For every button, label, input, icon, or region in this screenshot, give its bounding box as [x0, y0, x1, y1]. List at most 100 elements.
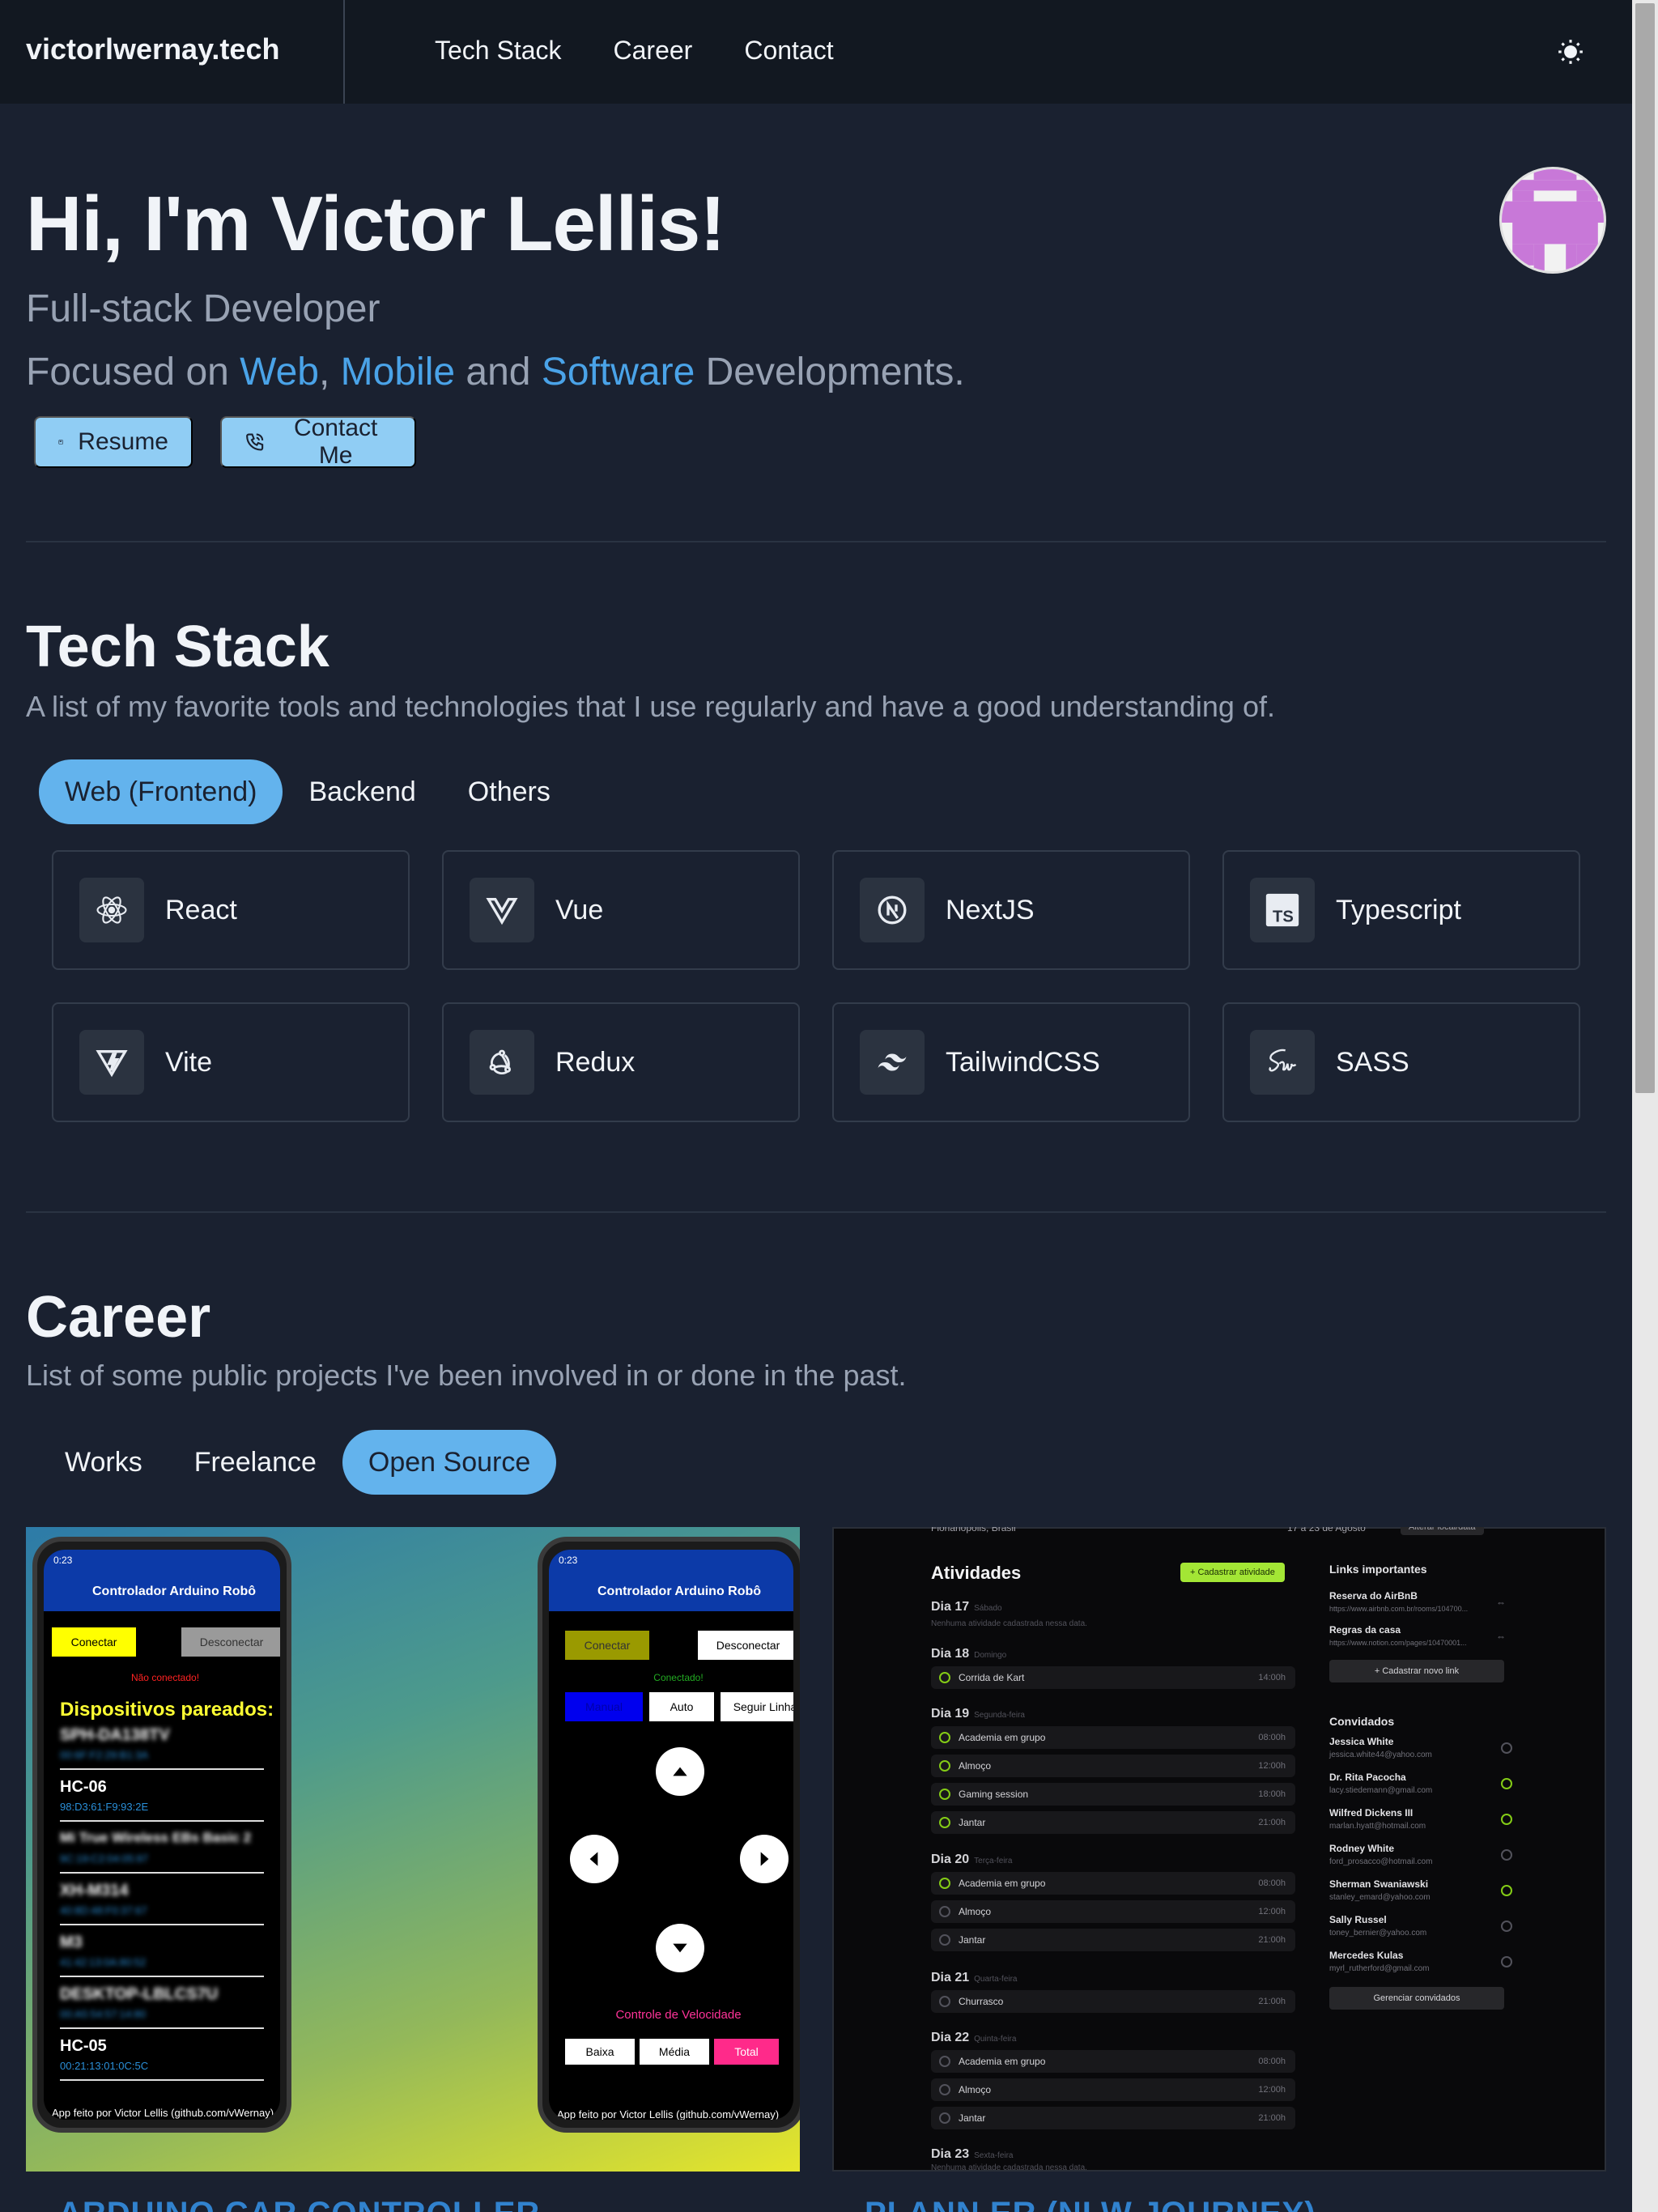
contact-me-button[interactable]: Contact Me	[220, 415, 416, 469]
tech-card-vue[interactable]: Vue	[442, 850, 800, 970]
focus-mobile: Mobile	[340, 351, 456, 393]
day-weekday: Domingo	[974, 1651, 1007, 1660]
activity-name: Almoço	[959, 2084, 992, 2095]
device-divider	[60, 1924, 264, 1925]
circle-icon	[939, 2112, 950, 2124]
pending-circle-icon	[1501, 1742, 1512, 1754]
tab-web-frontend[interactable]: Web (Frontend)	[39, 759, 283, 824]
device-divider	[60, 1768, 264, 1770]
phone-status-time: 0:23	[549, 1550, 793, 1572]
activity-row: Gaming session 18:00h	[931, 1783, 1295, 1806]
tab-others[interactable]: Others	[442, 759, 576, 824]
tech-label: Redux	[555, 1046, 636, 1078]
tab-backend[interactable]: Backend	[283, 759, 441, 824]
activity-time: 12:00h	[1258, 2085, 1286, 2095]
day-weekday: Segunda-feira	[974, 1711, 1025, 1720]
day-number: Dia 23	[931, 2147, 970, 2161]
scrollbar-thumb[interactable]	[1635, 3, 1655, 1093]
tab-works[interactable]: Works	[39, 1430, 168, 1495]
tech-card-react[interactable]: React	[52, 850, 410, 970]
pixel-avatar-icon	[1502, 169, 1604, 271]
activity-row: Corrida de Kart 14:00h	[931, 1666, 1295, 1689]
tech-card-sass[interactable]: SASS	[1222, 1002, 1580, 1122]
location-text: Florianópolis, Brasil	[931, 1527, 1016, 1534]
nav-link-career[interactable]: Career	[614, 36, 693, 66]
project-card-planner[interactable]: Florianópolis, Brasil 17 a 23 de Agosto …	[832, 1527, 1606, 2212]
tech-card-redux[interactable]: Redux	[442, 1002, 800, 1122]
arrow-left-icon	[570, 1835, 619, 1883]
circle-icon	[939, 1906, 950, 1917]
guest-name: Wilfred Dickens III	[1329, 1807, 1414, 1819]
focus-comma: ,	[319, 351, 341, 393]
guest-email: jessica.white44@yahoo.com	[1329, 1750, 1432, 1759]
resume-button[interactable]: Resume	[34, 416, 193, 468]
connect-button: Conectar	[565, 1631, 649, 1660]
tab-open-source[interactable]: Open Source	[342, 1430, 557, 1495]
connected-text: Conectado!	[653, 1672, 704, 1683]
check-circle-icon	[939, 1789, 950, 1800]
activity-name: Jantar	[959, 1934, 986, 1946]
svg-text:TS: TS	[1273, 908, 1294, 926]
tech-label: Typescript	[1336, 894, 1461, 925]
resume-label: Resume	[78, 428, 168, 455]
circle-icon	[939, 1934, 950, 1946]
tech-card-tailwindcss[interactable]: TailwindCSS	[832, 1002, 1190, 1122]
disconnect-button: Desconectar	[698, 1631, 793, 1660]
focus-suffix: Developments.	[695, 351, 965, 393]
activity-name: Churrasco	[959, 1996, 1004, 2007]
mode-manual: Manual	[565, 1692, 643, 1721]
career-title: Career	[26, 1285, 211, 1350]
tech-label: SASS	[1336, 1046, 1409, 1078]
empty-note: Nenhuma atividade cadastrada nessa data.	[931, 2163, 1087, 2172]
tech-stack-subtitle: A list of my favorite tools and technolo…	[26, 690, 1275, 723]
phone-app-title: Controlador Arduino Robô	[549, 1572, 793, 1611]
device-mac: 41:42:13:0A:80:52	[60, 1956, 147, 1968]
guest-email: lacy.stiedemann@gmail.com	[1329, 1786, 1433, 1795]
guest-name: Dr. Rita Pacocha	[1329, 1772, 1406, 1783]
brand-link[interactable]: victorlwernay.tech	[26, 32, 279, 66]
project-title-link[interactable]: ARDUINO CAR CONTROLLER	[58, 2196, 540, 2212]
device-mac: 9C:19:C2:04:05:97	[60, 1853, 149, 1865]
guest-email: myrl_rutherford@gmail.com	[1329, 1964, 1430, 1973]
project-card-arduino[interactable]: 0:23 Controlador Arduino Robô Conectar D…	[26, 1527, 800, 2212]
connect-button: Conectar	[52, 1627, 136, 1657]
tech-tabs: Web (Frontend) Backend Others	[39, 759, 576, 824]
guest-name: Sally Russel	[1329, 1914, 1387, 1925]
activity-row: Jantar 21:00h	[931, 2107, 1295, 2129]
divider	[26, 1211, 1606, 1213]
day-weekday: Quarta-feira	[974, 1975, 1018, 1984]
nav-divider	[343, 0, 345, 104]
device-name: Mi True Wireless EBs Basic 2	[60, 1830, 252, 1845]
device-divider	[60, 2079, 264, 2081]
device-divider	[60, 1872, 264, 1874]
project-image[interactable]: Florianópolis, Brasil 17 a 23 de Agosto …	[832, 1527, 1606, 2172]
link-url: https://www.airbnb.com.br/rooms/104700..…	[1329, 1605, 1469, 1613]
guest-email: toney_bernier@yahoo.com	[1329, 1929, 1427, 1938]
project-title-link[interactable]: PLANN.ER (NLW JOURNEY)	[865, 2196, 1316, 2212]
activity-name: Corrida de Kart	[959, 1672, 1025, 1683]
tech-card-typescript[interactable]: TS Typescript	[1222, 850, 1580, 970]
speed-medium: Média	[640, 2039, 709, 2065]
day-number: Dia 18	[931, 1647, 970, 1661]
activity-name: Jantar	[959, 1817, 986, 1828]
nav-link-tech-stack[interactable]: Tech Stack	[435, 36, 562, 66]
device-divider	[60, 2027, 264, 2029]
nav-link-contact[interactable]: Contact	[744, 36, 833, 66]
day-number: Dia 17	[931, 1600, 970, 1614]
phone-call-icon	[246, 433, 264, 451]
activity-row: Academia em grupo 08:00h	[931, 1726, 1295, 1749]
tech-card-vite[interactable]: Vite	[52, 1002, 410, 1122]
theme-toggle-button[interactable]	[1554, 36, 1587, 68]
react-icon	[79, 878, 144, 942]
scrollbar[interactable]	[1632, 0, 1658, 2212]
tab-freelance[interactable]: Freelance	[168, 1430, 342, 1495]
project-image[interactable]: 0:23 Controlador Arduino Robô Conectar D…	[26, 1527, 800, 2172]
link-icon: ⇔	[1496, 1597, 1506, 1608]
tech-label: TailwindCSS	[946, 1046, 1100, 1078]
app-footer: App feito por Victor Lellis (github.com/…	[52, 2107, 274, 2119]
sass-icon	[1250, 1030, 1315, 1095]
activity-time: 08:00h	[1258, 2057, 1286, 2066]
device-name: HC-05	[60, 2037, 107, 2055]
tech-card-nextjs[interactable]: NextJS	[832, 850, 1190, 970]
activity-name: Almoço	[959, 1906, 992, 1917]
